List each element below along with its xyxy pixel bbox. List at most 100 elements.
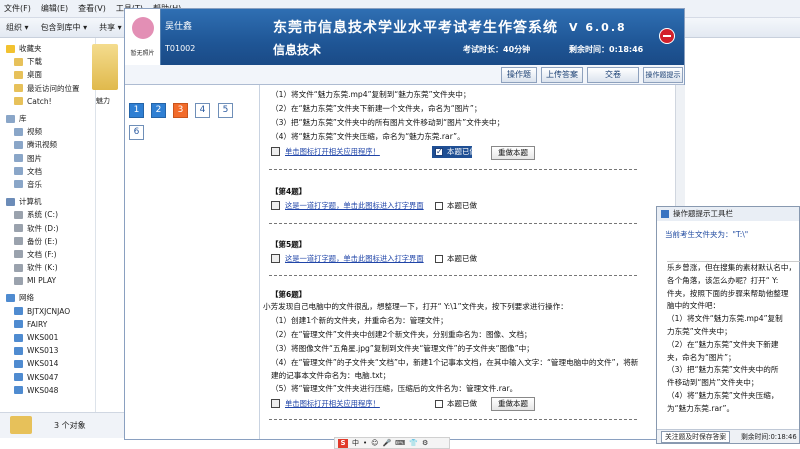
question-2-button[interactable]: 2 (151, 103, 166, 118)
ime-settings-icon[interactable]: ⚙ (422, 439, 428, 447)
q4-done-checkbox[interactable] (435, 202, 443, 210)
nav-item-label: 库 (19, 114, 27, 124)
q5-done-checkbox[interactable] (435, 255, 443, 263)
explorer-toolbar-button[interactable]: 包含到库中 ▾ (41, 22, 88, 33)
exam-header: 暂无照片 吴仕鑫 T01002 东莞市信息技术学业水平考试考生作答系统 信息技术… (125, 9, 684, 65)
q6-done-label: 本题已做 (447, 399, 477, 408)
q6-heading: 【第6题】 (271, 290, 307, 299)
nav-item[interactable]: 下载 (0, 55, 95, 68)
nav-item[interactable]: 收藏夹 (0, 42, 95, 55)
network-icon (6, 293, 15, 302)
q4-done-label: 本题已做 (447, 201, 477, 210)
close-exam-button[interactable] (659, 28, 675, 44)
hint-line: （2）在“魅力东莞”文件夹下新建 (667, 339, 779, 349)
nav-item[interactable]: WKS001 (0, 331, 95, 344)
divider (269, 275, 637, 276)
app-launch-icon[interactable] (271, 147, 280, 156)
ime-mode[interactable]: 中 (352, 438, 359, 448)
nav-item[interactable]: 计算机 (0, 195, 95, 208)
ime-keyboard-icon[interactable]: ⌨ (395, 439, 405, 447)
nav-item[interactable]: BJTXJCNJAO (0, 305, 95, 318)
nav-item[interactable]: 网络 (0, 291, 95, 304)
typing-app-icon[interactable] (271, 254, 280, 263)
q3-done-checkbox[interactable] (435, 146, 443, 159)
explorer-menu-item[interactable]: 查看(V) (78, 3, 106, 14)
explorer-nav-pane[interactable]: 收藏夹 下载 桌面 最近访问的位置 Catch! 库视频 腾讯视频 图片 文档 音乐计算机 系统 (… (0, 38, 96, 425)
question-3-button[interactable]: 3 (173, 103, 188, 118)
nav-item-label: WKS001 (27, 333, 59, 343)
library-icon (14, 127, 23, 136)
nav-item[interactable]: 软件 (D:) (0, 221, 95, 234)
upload-answer-button[interactable]: 上传答案 (541, 67, 583, 83)
drive-icon (14, 224, 23, 233)
exam-duration: 考试时长：40分钟 (463, 45, 531, 54)
operation-questions-button[interactable]: 操作题 (501, 67, 537, 83)
nav-item[interactable]: 备份 (E:) (0, 235, 95, 248)
nav-item[interactable]: 视频 (0, 125, 95, 138)
question-1-button[interactable]: 1 (129, 103, 144, 118)
nav-item[interactable]: Catch! (0, 95, 95, 108)
submit-exam-button[interactable]: 交卷 (587, 67, 639, 83)
q6-step-1: （1）创建1个新的文件夹，并重命名为：管理文件； (271, 316, 448, 325)
nav-item[interactable]: WKS048 (0, 384, 95, 397)
typing-app-icon[interactable] (271, 201, 280, 210)
question-4-button[interactable]: 4 (195, 103, 210, 118)
nav-item[interactable]: 最近访问的位置 (0, 82, 95, 95)
q3-step-1: （1）将文件“魅力东莞.mp4”复制到“魅力东莞”文件夹中； (271, 90, 471, 99)
divider (269, 223, 637, 224)
nav-item[interactable]: 文档 (F:) (0, 248, 95, 261)
library-icon (14, 180, 23, 189)
star-icon (6, 44, 15, 53)
sogou-icon[interactable]: S (338, 438, 348, 448)
ime-skin-icon[interactable]: 👕 (409, 439, 418, 447)
library-icon (6, 114, 15, 123)
q6-step-2: （2）在“管理文件”文件夹中创建2个新文件夹，分别重命名为：图像、文档； (271, 330, 532, 339)
nav-item[interactable]: WKS014 (0, 357, 95, 370)
explorer-toolbar-button[interactable]: 共享 ▾ (99, 22, 122, 33)
nav-item-label: MI PLAY (27, 276, 57, 286)
open-app-link[interactable]: 单击图标打开相关应用程序！ (285, 146, 380, 159)
q6-done-checkbox[interactable] (435, 400, 443, 408)
nav-item-label: FAIRY (27, 319, 48, 329)
typing-link-q4[interactable]: 这是一道打字题，单击此图标进入打字界面 (285, 200, 424, 213)
nav-item[interactable]: WKS013 (0, 344, 95, 357)
operation-hint-button[interactable]: 操作题提示 (643, 67, 683, 83)
q6-step-3: （3）将图像文件“五角星.jpg”复制到文件夹“管理文件”的子文件夹“图像”中； (271, 344, 534, 353)
redo-question-button-q6[interactable]: 重做本题 (491, 397, 535, 411)
save-answer-button[interactable]: 关注题及时保存答案 (661, 431, 731, 443)
network-icon (14, 307, 23, 316)
drive-icon (14, 250, 23, 259)
explorer-menu-item[interactable]: 编辑(E) (41, 3, 68, 14)
hint-line: 为“魅力东莞.rar”。 (667, 403, 735, 413)
ime-toolbar[interactable]: S 中 • ☺ 🎤 ⌨ 👕 ⚙ (334, 437, 450, 449)
nav-item[interactable]: WKS047 (0, 371, 95, 384)
folder-icon[interactable] (92, 44, 118, 90)
ime-punct[interactable]: • (363, 439, 367, 447)
typing-link-q5[interactable]: 这是一道打字题，单击此图标进入打字界面 (285, 253, 424, 266)
q6-step-5: （5）将“管理文件”文件夹进行压缩，压缩后的文件名为：管理文件.rar。 (271, 384, 518, 393)
question-5-button[interactable]: 5 (218, 103, 233, 118)
app-launch-icon[interactable] (271, 399, 280, 408)
ime-emoji-icon[interactable]: ☺ (371, 439, 378, 447)
nav-item[interactable]: 系统 (C:) (0, 208, 95, 221)
explorer-toolbar-button[interactable]: 组织 ▾ (6, 22, 29, 33)
logo-icon (132, 17, 154, 39)
nav-item[interactable]: 软件 (K:) (0, 261, 95, 274)
redo-question-button[interactable]: 重做本题 (491, 146, 535, 160)
nav-item-label: 软件 (D:) (27, 223, 59, 233)
nav-item[interactable]: FAIRY (0, 318, 95, 331)
nav-item[interactable]: 图片 (0, 152, 95, 165)
open-app-link-q6[interactable]: 单击图标打开相关应用程序！ (285, 398, 380, 411)
nav-item[interactable]: 桌面 (0, 68, 95, 81)
nav-item[interactable]: 文档 (0, 165, 95, 178)
nav-item[interactable]: MI PLAY (0, 274, 95, 287)
nav-item[interactable]: 库 (0, 112, 95, 125)
question-6-button[interactable]: 6 (129, 125, 144, 140)
question-content: （1）将文件“魅力东莞.mp4”复制到“魅力东莞”文件夹中； （2）在“魅力东莞… (263, 87, 645, 437)
hint-title-bar[interactable]: 操作题提示工具栏 (657, 207, 799, 221)
ime-voice-icon[interactable]: 🎤 (382, 439, 391, 447)
nav-item[interactable]: 腾讯视频 (0, 138, 95, 151)
nav-item[interactable]: 音乐 (0, 178, 95, 191)
explorer-menu-item[interactable]: 文件(F) (4, 3, 31, 14)
network-icon (14, 333, 23, 342)
